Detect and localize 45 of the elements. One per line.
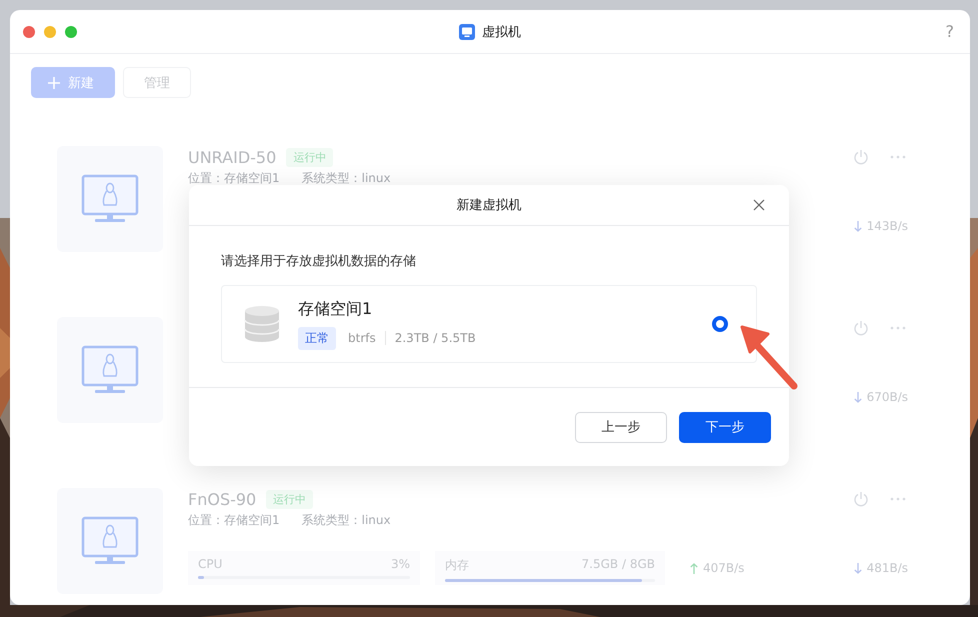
power-icon[interactable] bbox=[853, 491, 869, 507]
arrow-icon bbox=[740, 324, 800, 392]
close-window-button[interactable] bbox=[23, 26, 35, 38]
os-type-text: 系统类型：linux bbox=[302, 513, 391, 527]
radio-button[interactable] bbox=[712, 316, 728, 332]
vm-name: UNRAID-50 bbox=[188, 148, 276, 166]
power-icon[interactable] bbox=[853, 320, 869, 336]
storage-name: 存储空间1 bbox=[298, 298, 374, 320]
monitor-icon bbox=[81, 516, 139, 566]
zoom-window-button[interactable] bbox=[65, 26, 77, 38]
plus-icon bbox=[48, 76, 60, 88]
back-button[interactable]: 上一步 bbox=[575, 412, 667, 442]
usage-text: 2.3TB / 5.5TB bbox=[394, 331, 476, 345]
more-icon[interactable] bbox=[890, 326, 906, 330]
more-icon[interactable] bbox=[890, 497, 906, 501]
more-icon[interactable] bbox=[890, 155, 906, 159]
download-rate: 481B/s bbox=[866, 561, 908, 575]
status-tag: 正常 bbox=[298, 326, 336, 350]
download-arrow-icon bbox=[854, 220, 862, 232]
storage-option[interactable]: 存储空间1 正常 btrfs 2.3TB / 5.5TB bbox=[221, 285, 757, 363]
status-tag: 运行中 bbox=[286, 148, 334, 166]
download-rate: 670B/s bbox=[866, 390, 908, 404]
download-arrow-icon bbox=[854, 562, 862, 574]
location-text: 位置：存储空间1 bbox=[188, 513, 280, 527]
upload-rate: 407B/s bbox=[703, 561, 744, 575]
os-type-text: 系统类型：linux bbox=[302, 171, 391, 185]
monitor-icon bbox=[81, 174, 139, 224]
prompt-text: 请选择用于存放虚拟机数据的存储 bbox=[221, 253, 417, 270]
status-tag: 运行中 bbox=[266, 490, 314, 508]
power-icon[interactable] bbox=[853, 149, 869, 165]
next-button[interactable]: 下一步 bbox=[679, 412, 771, 442]
help-button[interactable]: ? bbox=[946, 22, 954, 41]
window-title: 虚拟机 bbox=[482, 24, 521, 40]
location-text: 位置：存储空间1 bbox=[188, 171, 280, 185]
upload-arrow-icon bbox=[690, 562, 698, 574]
dialog-title: 新建虚拟机 bbox=[456, 197, 522, 214]
download-rate: 143B/s bbox=[866, 219, 908, 233]
monitor-icon bbox=[81, 345, 139, 395]
vm-name: FnOS-90 bbox=[188, 490, 256, 508]
close-icon[interactable] bbox=[753, 199, 765, 211]
database-icon bbox=[244, 305, 280, 343]
download-arrow-icon bbox=[854, 392, 862, 402]
app-icon bbox=[459, 24, 475, 40]
filesystem-text: btrfs bbox=[348, 331, 386, 345]
minimize-window-button[interactable] bbox=[44, 26, 56, 38]
